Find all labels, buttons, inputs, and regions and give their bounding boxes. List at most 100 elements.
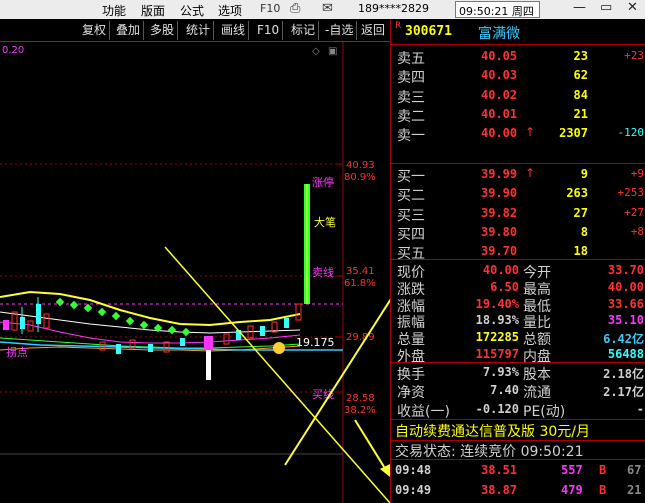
ask-change: -120 <box>617 126 645 140</box>
tick-volume: 479 <box>561 483 583 497</box>
tick-price: 38.87 <box>481 483 518 497</box>
bid-row[interactable]: 买四 39.80 8 +8 <box>391 224 645 243</box>
quote-value: 33.66 <box>607 296 644 311</box>
bid-price: 39.99 <box>481 167 518 181</box>
tick-extra: 67 <box>627 463 642 477</box>
bid-price: 39.82 <box>481 205 518 220</box>
tick-row: 09:49 38.87 479 B 21 <box>391 481 645 501</box>
fund-label: 净资 <box>397 385 425 402</box>
quote-row: 外盘 115797 内盘 56488 <box>391 346 645 365</box>
ask-row[interactable]: 卖二 40.01 21 <box>391 106 645 125</box>
fund-value: 2.18亿 <box>603 367 644 381</box>
ask-label: 卖二 <box>397 108 425 125</box>
quote-row: 现价 40.00 今开 33.70 <box>391 262 645 281</box>
quote-value: 56488 <box>607 347 644 361</box>
bid-label: 买一 <box>397 169 425 185</box>
ask-label: 卖一 <box>397 128 425 145</box>
quote-value: 115797 <box>475 347 519 361</box>
tick-time: 09:48 <box>395 463 432 477</box>
fund-row: 净资 7.40 流通 2.17亿 <box>391 382 645 402</box>
quote-panel: R 300671 富满微 卖五 40.05 23 +23 卖四 40.03 62 卖三 40.0… <box>390 19 645 503</box>
tick-extra: 21 <box>627 483 642 497</box>
r-mark: R <box>395 21 402 31</box>
fund-label: 股本 <box>523 367 551 383</box>
quote-label: 外盘 <box>397 349 425 365</box>
bid-label: 买四 <box>397 226 425 243</box>
quote-value: 35.10 <box>607 313 644 328</box>
stock-name: 富满微 <box>478 26 520 42</box>
bid-volume: 9 <box>580 167 588 181</box>
ask-volume: 84 <box>573 87 588 102</box>
bid-row[interactable]: 买三 39.82 27 +27 <box>391 205 645 224</box>
ask-label: 卖三 <box>397 89 425 106</box>
bid-price: 39.90 <box>481 186 518 201</box>
quote-value: 18.93% <box>475 313 519 328</box>
ask-row[interactable]: 卖三 40.02 84 <box>391 87 645 106</box>
bid-volume: 263 <box>566 186 588 201</box>
bid-change: +27 <box>624 205 644 219</box>
ask-row[interactable]: 卖五 40.05 23 +23 <box>391 48 645 67</box>
ask-volume: 23 <box>573 49 588 63</box>
stock-code: 300671 <box>405 24 452 39</box>
bid-volume: 27 <box>573 205 588 220</box>
bid-label: 买三 <box>397 207 425 224</box>
ask-price: 40.01 <box>481 106 518 121</box>
quote-value: 33.70 <box>607 263 644 277</box>
arrow-to-ticks-line <box>354 419 387 471</box>
ask-volume: 2307 <box>559 126 588 141</box>
quote-row: 振幅 18.93% 量比 35.10 <box>391 312 645 331</box>
fund-row: 收益(一) -0.120 PE(动) - <box>391 401 645 420</box>
fund-row: 换手 7.93% 股本 2.18亿 <box>391 364 645 383</box>
fund-value: -0.120 <box>475 401 519 416</box>
bid-change: +9 <box>630 167 644 180</box>
fund-label: 流通 <box>523 385 551 402</box>
bid-price: 39.70 <box>481 244 518 259</box>
ask-row[interactable]: 卖一 40.00 ↑ 2307 -120 <box>391 125 645 144</box>
bid-volume: 8 <box>580 224 588 239</box>
orderbook-divider <box>391 163 645 164</box>
quote-value: 6.50 <box>490 279 519 294</box>
fund-value: 2.17亿 <box>603 385 644 400</box>
ask-volume: 21 <box>573 106 588 121</box>
ask-price: 40.05 <box>481 49 518 63</box>
quote-value: 172285 <box>475 330 519 345</box>
quote-value: 40.00 <box>607 279 644 294</box>
bid-row[interactable]: 买二 39.90 263 +253 <box>391 185 645 204</box>
auto-renew-banner[interactable]: 自动续费通达信普及版 30元/月 <box>391 421 645 441</box>
fund-label: 换手 <box>397 367 425 383</box>
quote-row: 总量 172285 总额 6.42亿 <box>391 329 645 348</box>
fund-value: - <box>636 401 644 416</box>
ask-price: 40.02 <box>481 87 518 102</box>
quote-label: 内盘 <box>523 349 551 365</box>
fund-value: 7.40 <box>490 383 519 398</box>
quote-row: 涨跌 6.50 最高 40.00 <box>391 279 645 298</box>
tick-time: 09:49 <box>395 483 432 497</box>
ask-volume: 62 <box>573 68 588 83</box>
trade-status: 交易状态: 连续竞价 09:50:21 <box>395 444 584 460</box>
bid-label: 买二 <box>397 188 425 205</box>
ask-label: 卖四 <box>397 70 425 87</box>
stock-header[interactable]: R 300671 富满微 <box>391 19 645 45</box>
up-arrow-icon: ↑ <box>525 166 536 180</box>
quote-value: 6.42亿 <box>603 332 644 347</box>
bid-price: 39.80 <box>481 224 518 239</box>
fund-label: 收益(一) <box>397 403 450 420</box>
fund-label: PE(动) <box>523 403 566 420</box>
bid-row[interactable]: 买一 39.99 ↑ 9 +9 <box>391 166 645 185</box>
quote-row: 涨幅 19.40% 最低 33.66 <box>391 296 645 315</box>
ask-price: 40.03 <box>481 68 518 83</box>
fund-value: 7.93% <box>482 365 519 379</box>
bid-change: +8 <box>630 224 644 238</box>
tick-row: 09:48 38.51 557 B 67 <box>391 461 645 481</box>
ask-row[interactable]: 卖四 40.03 62 <box>391 67 645 86</box>
tick-side: B <box>599 483 607 497</box>
quote-divider <box>391 259 645 260</box>
bid-volume: 18 <box>573 244 588 259</box>
renew-divider <box>391 419 645 420</box>
tick-price: 38.51 <box>481 463 518 477</box>
bid-change: +253 <box>617 186 645 200</box>
ask-price: 40.00 <box>481 126 518 141</box>
tick-side: B <box>599 463 607 477</box>
quote-value: 19.40% <box>475 296 519 311</box>
quote-value: 40.00 <box>482 263 519 277</box>
